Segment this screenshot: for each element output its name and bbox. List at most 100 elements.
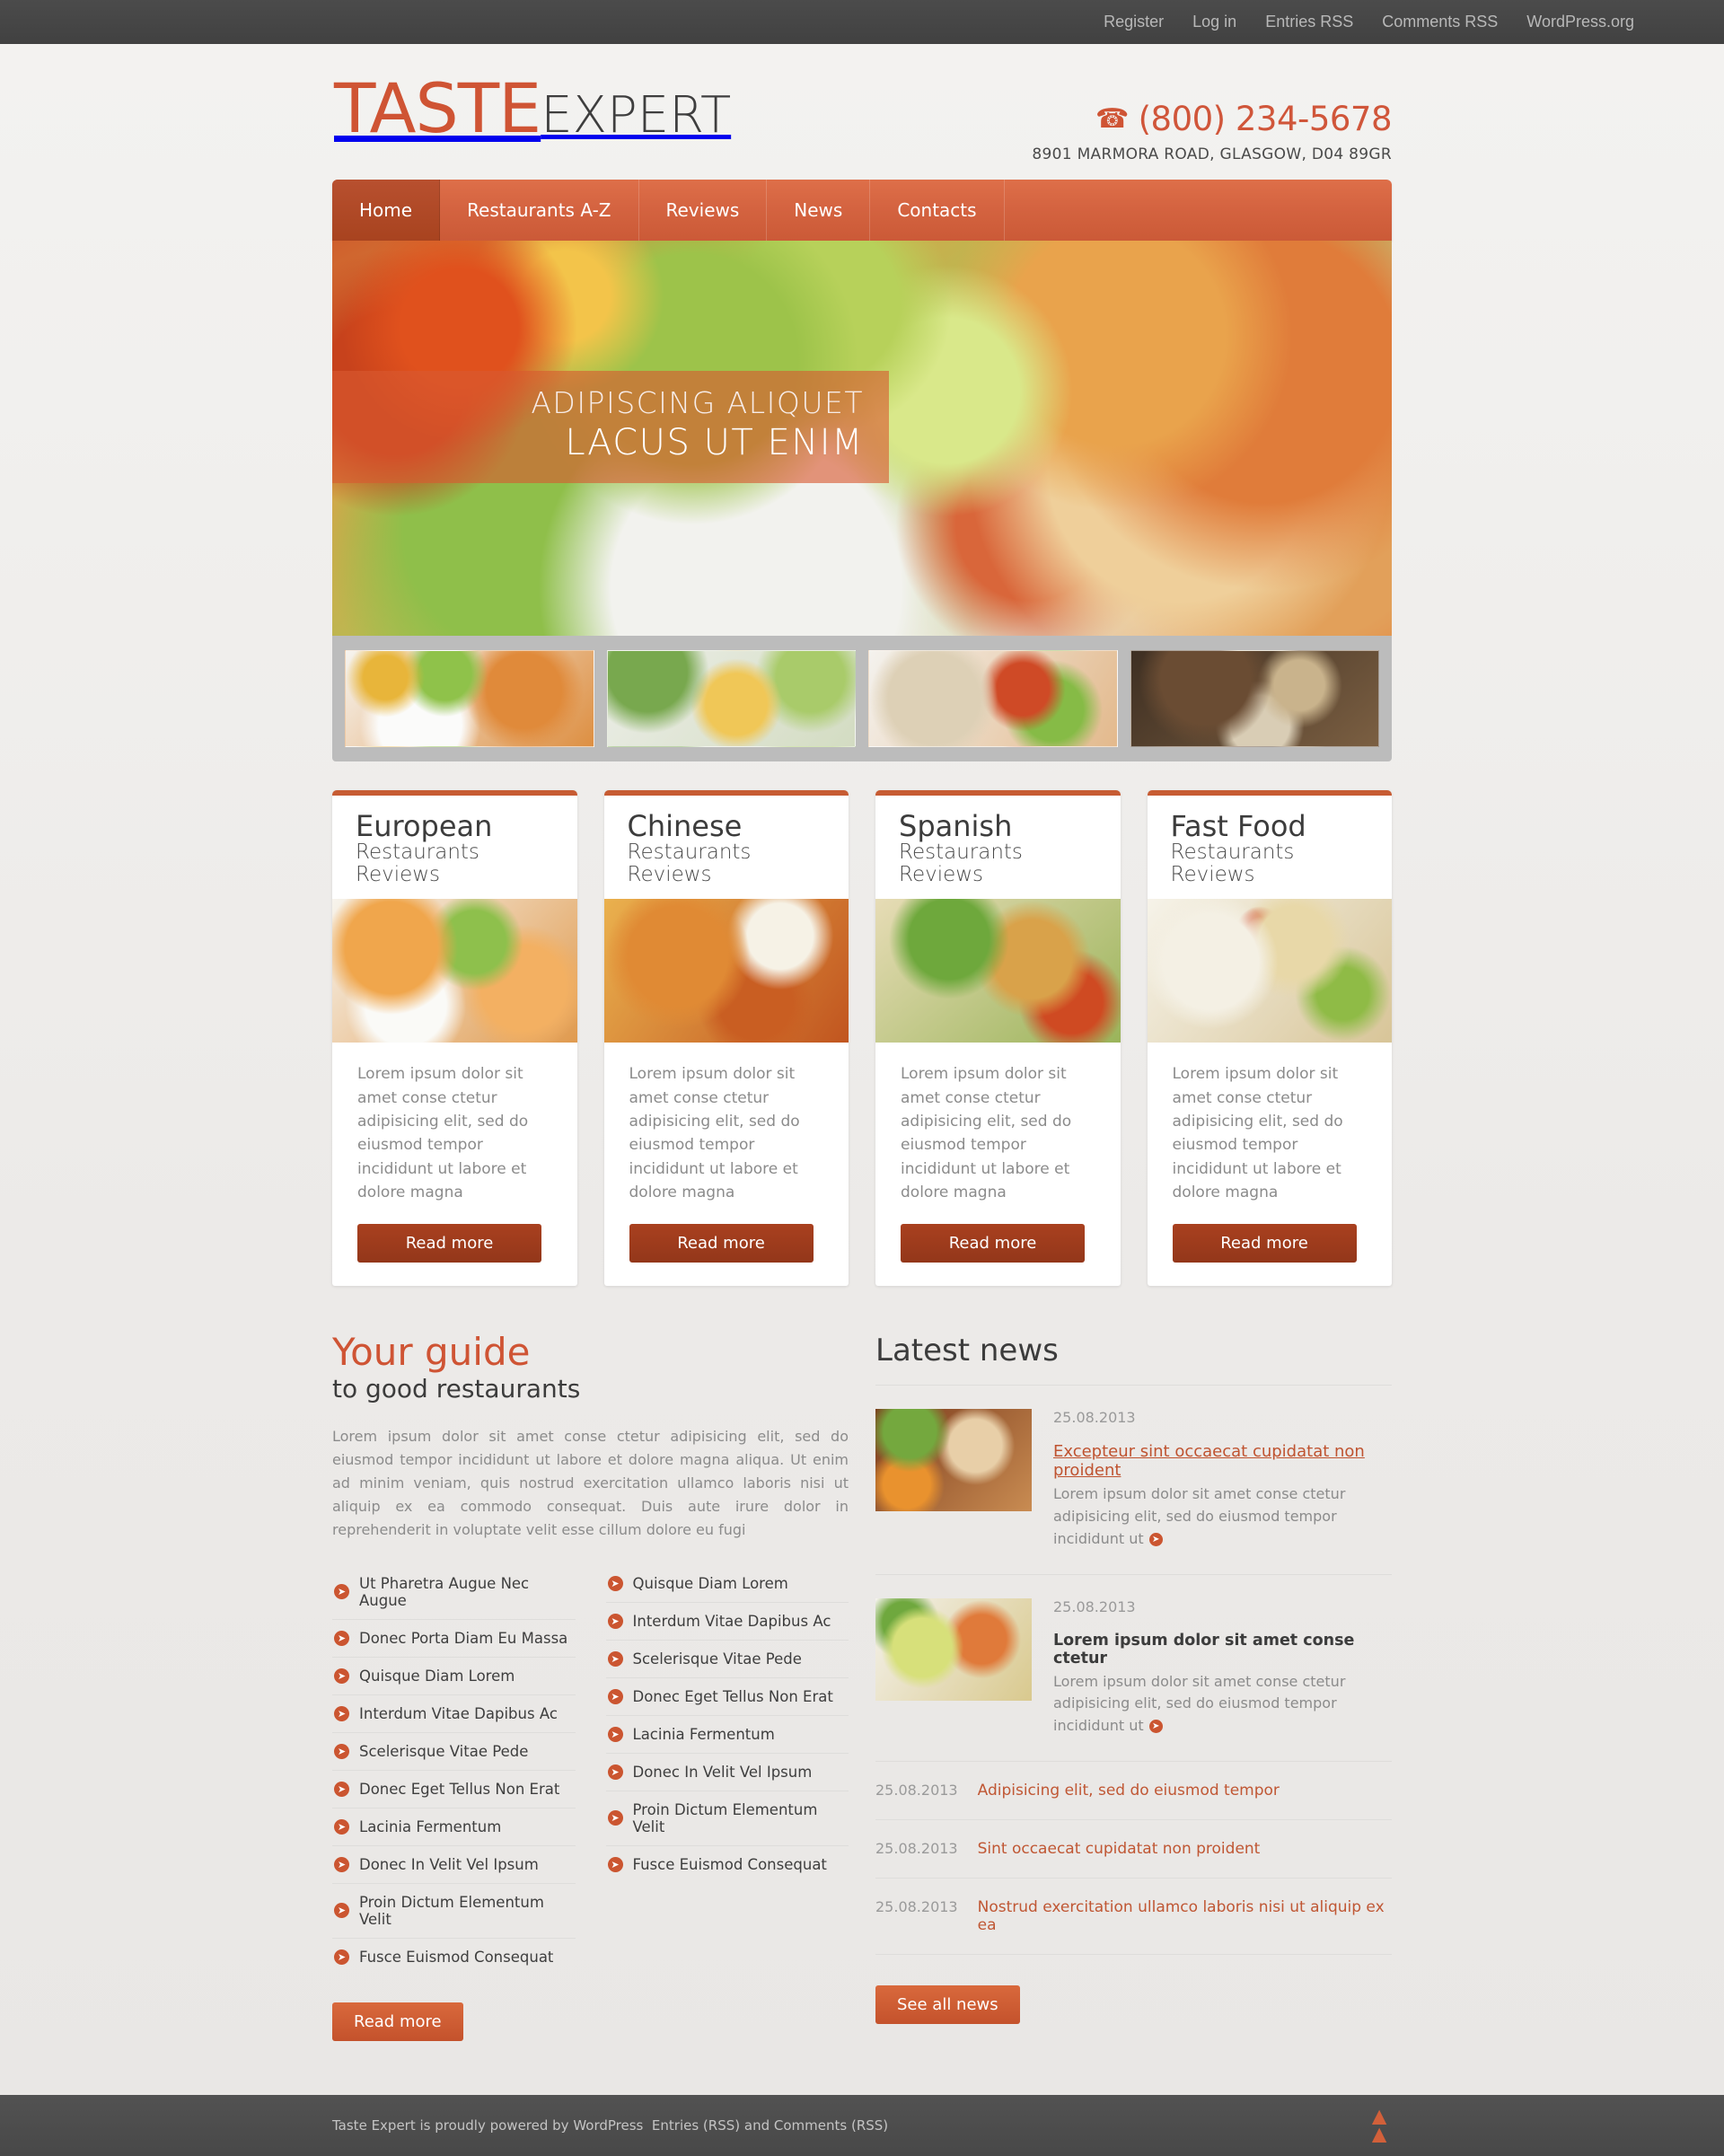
list-item[interactable]: ➤ Interdum Vitae Dapibus Ac: [605, 1603, 849, 1641]
news-link-row-1: 25.08.2013 Adipisicing elit, sed do eius…: [875, 1762, 1392, 1821]
card-image-chinese: [603, 899, 849, 1043]
read-more-button-european[interactable]: Read more: [357, 1224, 541, 1263]
news-excerpt-text: Lorem ipsum dolor sit amet conse ctetur …: [1053, 1485, 1346, 1547]
list-item[interactable]: ➤ Lacinia Fermentum: [605, 1716, 849, 1754]
news-thumbnail-1[interactable]: [875, 1409, 1032, 1512]
list-item-label[interactable]: Ut Pharetra Augue Nec Augue: [359, 1575, 576, 1609]
see-all-news-button[interactable]: See all news: [875, 1985, 1020, 2025]
phone-number[interactable]: (800) 234-5678: [1139, 100, 1393, 138]
list-item-label[interactable]: Scelerisque Vitae Pede: [359, 1743, 528, 1760]
footer-comments-rss-link[interactable]: Comments (RSS): [774, 2117, 888, 2134]
card-title: Spanish: [899, 809, 1013, 843]
chevron-right-icon: ➤: [607, 1688, 623, 1704]
nav-item-home[interactable]: Home: [332, 180, 441, 241]
news-link-label[interactable]: Sint occaecat cupidatat non proident: [978, 1840, 1261, 1858]
card-text: Lorem ipsum dolor sit amet conse ctetur …: [629, 1065, 800, 1201]
card-title: Fast Food: [1170, 809, 1306, 843]
chevron-right-icon[interactable]: ➤: [1148, 1532, 1163, 1546]
list-item[interactable]: ➤ Scelerisque Vitae Pede: [605, 1641, 849, 1678]
news-link-label[interactable]: Adipisicing elit, sed do eiusmod tempor: [978, 1782, 1280, 1800]
list-item[interactable]: ➤ Donec Eget Tellus Non Erat: [605, 1678, 849, 1716]
adminbar-link-login[interactable]: Log in: [1192, 13, 1236, 31]
list-item[interactable]: ➤ Fusce Euismod Consequat: [606, 1846, 849, 1883]
list-item[interactable]: ➤ Fusce Euismod Consequat: [332, 1939, 576, 1976]
list-item-label[interactable]: Proin Dictum Elementum Velit: [633, 1801, 849, 1835]
slider-thumb-1[interactable]: [345, 650, 594, 747]
list-item-label[interactable]: Lacinia Fermentum: [633, 1726, 775, 1743]
news-date: 25.08.2013: [1053, 1597, 1136, 1615]
main-navigation: Home Restaurants A-Z Reviews News Contac…: [332, 180, 1392, 241]
news-heading: Latest news: [875, 1333, 1392, 1386]
category-cards: European Restaurants Reviews Lorem ipsum…: [332, 790, 1392, 1287]
list-item-label[interactable]: Quisque Diam Lorem: [633, 1575, 788, 1592]
news-thumbnail-2[interactable]: [875, 1597, 1032, 1701]
phone-icon: ☎: [1095, 103, 1130, 134]
list-item-label[interactable]: Interdum Vitae Dapibus Ac: [359, 1705, 558, 1722]
list-item-label[interactable]: Donec Eget Tellus Non Erat: [359, 1781, 559, 1798]
list-item-label[interactable]: Scelerisque Vitae Pede: [633, 1650, 802, 1668]
nav-item-restaurants-a-z[interactable]: Restaurants A-Z: [440, 180, 639, 241]
list-item[interactable]: ➤ Scelerisque Vitae Pede: [332, 1733, 576, 1771]
guide-read-more-button[interactable]: Read more: [332, 2002, 463, 2041]
chevron-right-icon: ➤: [607, 1810, 623, 1826]
footer-entries-rss-link[interactable]: Entries (RSS): [652, 2117, 740, 2134]
read-more-button-fast-food[interactable]: Read more: [1172, 1224, 1357, 1263]
news-link-row-2: 25.08.2013 Sint occaecat cupidatat non p…: [875, 1820, 1392, 1879]
adminbar-link-wordpress-org[interactable]: WordPress.org: [1526, 13, 1634, 31]
list-item-label[interactable]: Interdum Vitae Dapibus Ac: [633, 1613, 831, 1630]
chevron-right-icon: ➤: [607, 1613, 623, 1629]
list-item-label[interactable]: Fusce Euismod Consequat: [359, 1949, 553, 1966]
news-date: 25.08.2013: [1053, 1409, 1136, 1427]
category-card-chinese: Chinese Restaurants Reviews Lorem ipsum …: [603, 790, 849, 1287]
list-item-label[interactable]: Donec In Velit Vel Ipsum: [633, 1764, 813, 1781]
card-image-european: [332, 899, 577, 1043]
list-item[interactable]: ➤ Donec In Velit Vel Ipsum: [332, 1846, 576, 1884]
list-item[interactable]: ➤ Donec Porta Diam Eu Massa: [332, 1620, 576, 1658]
nav-item-reviews[interactable]: Reviews: [639, 180, 768, 241]
list-item[interactable]: ➤ Lacinia Fermentum: [332, 1808, 576, 1846]
chevron-right-icon: ➤: [607, 1764, 623, 1780]
nav-item-contacts[interactable]: Contacts: [870, 180, 1005, 241]
list-item-label[interactable]: Proin Dictum Elementum Velit: [359, 1894, 576, 1928]
list-item[interactable]: ➤ Donec In Velit Vel Ipsum: [605, 1754, 849, 1791]
list-item[interactable]: ➤ Donec Eget Tellus Non Erat: [332, 1771, 576, 1808]
list-item[interactable]: ➤ Proin Dictum Elementum Velit: [332, 1884, 576, 1939]
site-logo[interactable]: TASTE EXPERT: [332, 75, 731, 143]
adminbar-link-entries-rss[interactable]: Entries RSS: [1265, 13, 1353, 31]
slider-thumb-4[interactable]: [1130, 650, 1379, 747]
card-body: Lorem ipsum dolor sit amet conse ctetur …: [604, 1043, 849, 1286]
slide-caption-line1: ADIPISCING ALIQUET: [531, 385, 864, 420]
card-text: Lorem ipsum dolor sit amet conse ctetur …: [357, 1065, 529, 1201]
nav-item-news[interactable]: News: [767, 180, 871, 241]
guide-column: Your guide to good restaurants Lorem ips…: [332, 1333, 849, 2041]
slider-thumb-3[interactable]: [868, 650, 1118, 747]
page-wrapper: TASTE EXPERT ☎ (800) 234-5678 8901 MARMOR…: [0, 44, 1724, 2095]
card-title: Chinese: [627, 809, 743, 843]
chevron-right-icon[interactable]: ➤: [1148, 1720, 1163, 1734]
news-link-row-3: 25.08.2013 Nostrud exercitation ullamco …: [875, 1879, 1392, 1956]
chevron-right-icon: ➤: [334, 1781, 349, 1797]
list-item-label[interactable]: Donec In Velit Vel Ipsum: [359, 1856, 539, 1873]
adminbar-link-register[interactable]: Register: [1104, 13, 1164, 31]
list-item-label[interactable]: Donec Porta Diam Eu Massa: [359, 1630, 567, 1647]
news-link-label[interactable]: Nostrud exercitation ullamco laboris nis…: [978, 1898, 1392, 1934]
read-more-button-chinese[interactable]: Read more: [629, 1224, 814, 1263]
slider-thumb-2[interactable]: [606, 650, 856, 747]
list-item[interactable]: ➤ Quisque Diam Lorem: [332, 1658, 576, 1695]
news-title-link[interactable]: Excepteur sint occaecat cupidatat non pr…: [1053, 1442, 1392, 1480]
hero-slider[interactable]: ADIPISCING ALIQUET LACUS UT ENIM: [332, 241, 1392, 636]
list-item[interactable]: ➤ Ut Pharetra Augue Nec Augue: [332, 1565, 576, 1620]
list-item-label[interactable]: Fusce Euismod Consequat: [633, 1856, 827, 1873]
chevron-right-icon: ➤: [607, 1575, 623, 1591]
adminbar-link-comments-rss[interactable]: Comments RSS: [1382, 13, 1498, 31]
list-item[interactable]: ➤ Quisque Diam Lorem: [605, 1565, 849, 1603]
chevron-double-up-icon[interactable]: ▲ ▲: [1367, 2104, 1392, 2147]
list-item-label[interactable]: Donec Eget Tellus Non Erat: [633, 1688, 833, 1705]
list-item[interactable]: ➤ Proin Dictum Elementum Velit: [605, 1791, 849, 1846]
list-item[interactable]: ➤ Interdum Vitae Dapibus Ac: [332, 1695, 576, 1733]
list-item-label[interactable]: Lacinia Fermentum: [359, 1818, 501, 1835]
site-header: TASTE EXPERT ☎ (800) 234-5678 8901 MARMOR…: [332, 44, 1393, 180]
read-more-button-spanish[interactable]: Read more: [901, 1224, 1085, 1263]
card-body: Lorem ipsum dolor sit amet conse ctetur …: [875, 1043, 1121, 1286]
list-item-label[interactable]: Quisque Diam Lorem: [359, 1668, 515, 1685]
